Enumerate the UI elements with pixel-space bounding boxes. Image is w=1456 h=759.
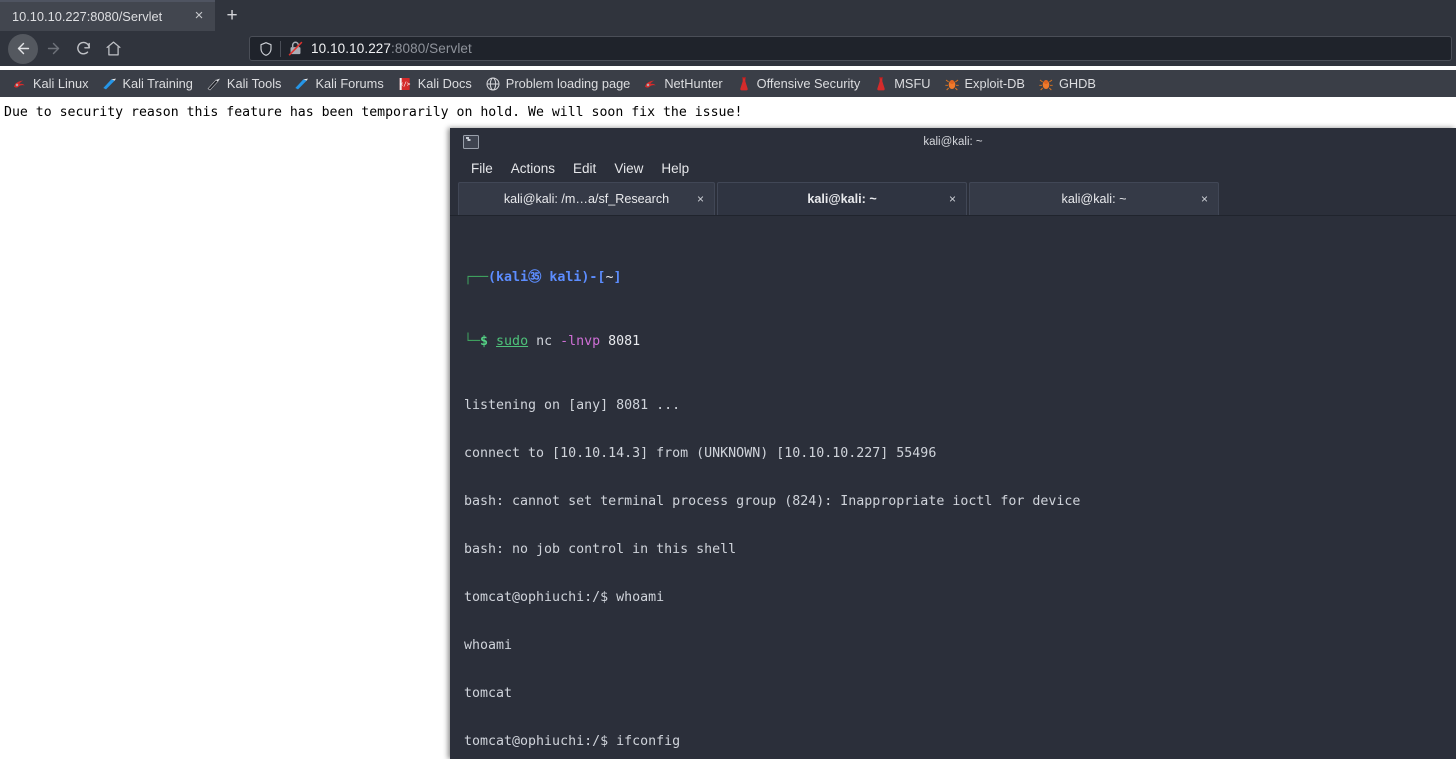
msfu-icon (873, 76, 889, 92)
bookmark-label: Kali Docs (417, 76, 472, 91)
terminal-output-line: connect to [10.10.14.3] from (UNKNOWN) [… (464, 446, 937, 461)
terminal-output-line: bash: cannot set terminal process group … (464, 494, 1081, 509)
back-icon[interactable] (8, 33, 38, 64)
bookmark-label: Problem loading page (505, 76, 631, 91)
terminal-output-line: whoami (464, 638, 513, 653)
bookmark-nethunter[interactable]: NetHunter (637, 73, 728, 95)
bookmarks-bar: Kali Linux Kali Training Kali Tools Kali… (0, 70, 1456, 97)
url-bar-divider (280, 40, 281, 57)
command-arg: 8081 (600, 334, 641, 349)
terminal-command-line: └─$ sudo nc -lnvp 8081 (464, 334, 1456, 350)
terminal-output-line: tomcat@ophiuchi:/$ ifconfig (464, 734, 681, 749)
offensive-security-icon (736, 76, 752, 92)
close-icon[interactable]: × (1201, 192, 1208, 206)
kali-docs-book-icon: </> (397, 76, 413, 92)
bookmark-label: Offensive Security (756, 76, 861, 91)
prompt-bracket-close: ] (613, 270, 622, 285)
prompt-frame-glyph-2: └─ (464, 334, 481, 349)
terminal-output-line: listening on [any] 8081 ... (464, 398, 681, 413)
kali-tools-icon (206, 76, 222, 92)
menu-help[interactable]: Help (652, 159, 698, 178)
nethunter-icon (643, 76, 659, 92)
bookmark-kali-tools[interactable]: Kali Tools (200, 73, 288, 95)
home-icon[interactable] (98, 34, 128, 64)
exploit-db-bug-icon (944, 76, 960, 92)
close-icon[interactable]: × (697, 192, 704, 206)
bookmark-kali-training[interactable]: Kali Training (96, 73, 199, 95)
bookmark-exploit-db[interactable]: Exploit-DB (938, 73, 1031, 95)
terminal-tab-sf-research[interactable]: kali@kali: /m…a/sf_Research × (458, 182, 715, 215)
prompt-paren-open: ( (488, 270, 497, 285)
terminal-icon (463, 134, 479, 149)
globe-icon (485, 76, 501, 92)
browser-window: 10.10.10.227:8080/Servlet × + 10.10.10.2… (0, 0, 1456, 759)
url-text: 10.10.10.227:8080/Servlet (311, 41, 472, 56)
bookmark-label: MSFU (894, 76, 931, 91)
terminal-tab-bar: kali@kali: /m…a/sf_Research × kali@kali:… (450, 182, 1456, 216)
command-flags: -lnvp (560, 334, 601, 349)
kali-dragon-icon (12, 76, 28, 92)
bookmark-label: Exploit-DB (964, 76, 1025, 91)
menu-edit[interactable]: Edit (564, 159, 605, 178)
svg-text:</>: </> (399, 81, 410, 88)
bookmark-label: GHDB (1058, 76, 1096, 91)
terminal-tab-home-2[interactable]: kali@kali: ~ × (969, 182, 1219, 215)
bookmark-kali-forums[interactable]: Kali Forums (288, 73, 389, 95)
browser-tab-strip: 10.10.10.227:8080/Servlet × + (0, 0, 1456, 31)
bookmark-msfu[interactable]: MSFU (867, 73, 936, 95)
terminal-tab-label: kali@kali: /m…a/sf_Research (503, 192, 670, 206)
prompt-user: kali (496, 270, 529, 285)
terminal-output-area[interactable]: ┌──(kali㉟ kali)-[~] └─$ sudo nc -lnvp 80… (450, 216, 1456, 759)
bookmark-problem-loading-page[interactable]: Problem loading page (479, 73, 637, 95)
command-sudo: sudo (496, 334, 529, 349)
menu-file[interactable]: File (462, 159, 502, 178)
terminal-menu-bar: File Actions Edit View Help (450, 155, 1456, 182)
url-bar[interactable]: 10.10.10.227:8080/Servlet (249, 36, 1452, 61)
forward-icon[interactable] (38, 34, 68, 64)
terminal-output-line: tomcat (464, 686, 513, 701)
terminal-window-title: kali@kali: ~ (923, 135, 983, 148)
bookmark-label: Kali Linux (33, 76, 89, 91)
terminal-output-line: tomcat@ophiuchi:/$ whoami (464, 590, 665, 605)
menu-actions[interactable]: Actions (502, 159, 564, 178)
url-host: 10.10.10.227 (311, 41, 392, 56)
terminal-tab-home-active[interactable]: kali@kali: ~ × (717, 182, 967, 215)
command-prog: nc (528, 334, 561, 349)
bookmark-label: Kali Training (122, 76, 193, 91)
bookmark-offensive-security[interactable]: Offensive Security (730, 73, 867, 95)
bookmark-ghdb[interactable]: GHDB (1032, 73, 1102, 95)
bookmark-kali-docs[interactable]: </> Kali Docs (391, 73, 478, 95)
terminal-window[interactable]: kali@kali: ~ File Actions Edit View Help… (450, 128, 1456, 759)
prompt-hostname: kali (549, 270, 582, 285)
close-icon[interactable]: × (189, 7, 209, 27)
terminal-output-line: bash: no job control in this shell (464, 542, 737, 557)
bookmark-kali-linux[interactable]: Kali Linux (6, 73, 95, 95)
menu-view[interactable]: View (605, 159, 652, 178)
terminal-prompt-line-1: ┌──(kali㉟ kali)-[~] (464, 270, 1456, 286)
bookmark-label: NetHunter (664, 76, 723, 91)
bookmark-label: Kali Tools (226, 76, 282, 91)
prompt-frame-glyph: ┌── (464, 270, 489, 285)
kali-forums-icon (294, 76, 310, 92)
prompt-paren-close: )-[ (581, 270, 606, 285)
bookmark-label: Kali Forums (315, 76, 384, 91)
shield-icon (258, 41, 274, 57)
ghdb-bug-icon (1038, 76, 1054, 92)
close-icon[interactable]: × (949, 192, 956, 206)
new-tab-button[interactable]: + (215, 0, 249, 31)
terminal-tab-label: kali@kali: ~ (1061, 192, 1127, 206)
page-message-text: Due to security reason this feature has … (4, 105, 743, 120)
browser-tab[interactable]: 10.10.10.227:8080/Servlet × (0, 0, 215, 31)
kali-training-icon (102, 76, 118, 92)
terminal-title-bar[interactable]: kali@kali: ~ (450, 128, 1456, 155)
reload-icon[interactable] (68, 34, 98, 64)
crossed-lock-icon[interactable] (287, 40, 304, 57)
prompt-dollar: $ (480, 334, 489, 349)
browser-tab-title: 10.10.10.227:8080/Servlet (12, 9, 163, 24)
terminal-tab-label: kali@kali: ~ (807, 192, 877, 206)
url-path: :8080/Servlet (391, 41, 472, 56)
prompt-at-glyph: ㉟ (528, 270, 542, 285)
